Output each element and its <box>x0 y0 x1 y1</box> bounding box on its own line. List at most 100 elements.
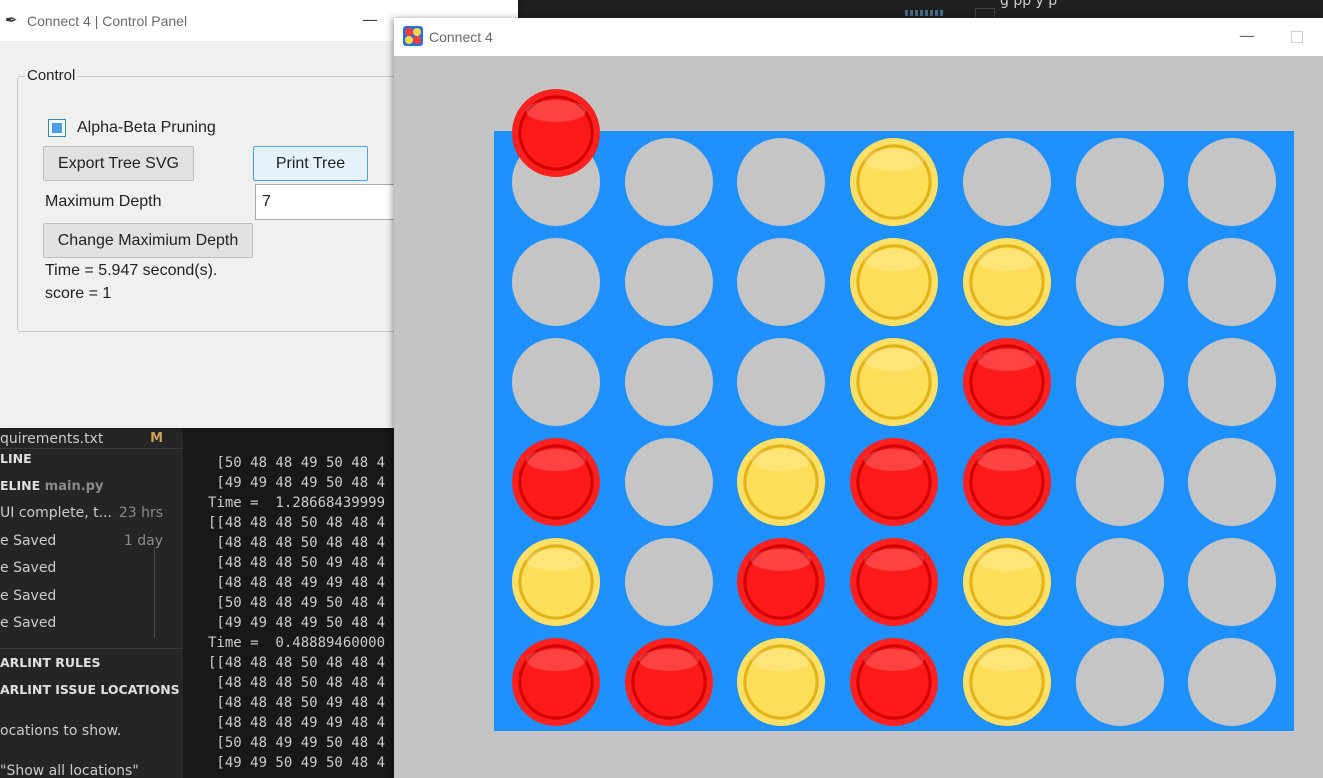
yellow-piece[interactable] <box>962 238 1051 326</box>
timeline-guide <box>154 548 155 638</box>
terminal-line: [[48 48 48 50 48 48 4 <box>208 515 386 531</box>
game-board[interactable] <box>494 131 1294 731</box>
empty-slot[interactable] <box>512 238 600 326</box>
yellow-piece[interactable] <box>962 638 1051 726</box>
empty-slot[interactable] <box>1188 138 1277 226</box>
sidebar-item-label: quirements.txt <box>0 431 104 447</box>
empty-slot[interactable] <box>1075 538 1164 626</box>
empty-slot[interactable] <box>512 338 600 426</box>
red-piece[interactable] <box>512 638 600 726</box>
window-title: Connect 4 <box>429 29 493 45</box>
timeline-time: 1 day <box>123 533 163 549</box>
empty-slot[interactable] <box>1188 438 1277 526</box>
yellow-piece[interactable] <box>850 238 939 326</box>
score-readout: score = 1 <box>45 285 112 302</box>
yellow-piece[interactable] <box>962 538 1051 626</box>
sidebar-item-label: ARLINT ISSUE LOCATIONS <box>0 682 180 697</box>
game-canvas[interactable] <box>394 56 1323 778</box>
empty-slot[interactable] <box>1075 238 1164 326</box>
terminal-line: Time = 1.28668439999 <box>208 495 386 511</box>
terminal-line: [48 48 48 50 49 48 4 <box>208 555 386 571</box>
maximum-depth-label: Maximum Depth <box>45 193 162 210</box>
empty-slot[interactable] <box>1075 338 1164 426</box>
sidebar-item[interactable]: e Saved <box>0 612 183 634</box>
empty-slot[interactable] <box>624 338 713 426</box>
sidebar-item[interactable]: quirements.txt M <box>0 428 183 450</box>
sidebar-item[interactable]: e Saved <box>0 585 183 607</box>
change-maximum-depth-button[interactable]: Change Maximium Depth <box>43 223 253 258</box>
hover-drop-piece <box>512 89 600 177</box>
sidebar-item[interactable]: UI complete, t... 23 hrs <box>0 502 183 524</box>
vscode-terminal[interactable]: [50 48 48 49 50 48 4 [49 49 48 49 50 48 … <box>183 428 395 778</box>
sidebar-section-header[interactable]: ARLINT ISSUE LOCATIONS <box>0 679 183 701</box>
sidebar-section-header[interactable]: ELINE main.py <box>0 475 183 497</box>
red-piece[interactable] <box>962 338 1051 426</box>
terminal-line: [50 48 49 49 50 48 4 <box>208 735 386 751</box>
maximum-depth-input[interactable]: 7 <box>255 184 405 220</box>
terminal-line: [48 48 48 50 48 48 4 <box>208 675 386 691</box>
red-piece[interactable] <box>850 438 939 526</box>
sidebar-item-label: "Show all locations" <box>0 763 139 778</box>
sidebar-section-header[interactable]: ARLINT RULES <box>0 652 183 674</box>
sidebar-item-detail: main.py <box>40 479 104 494</box>
empty-slot[interactable] <box>1075 138 1164 226</box>
minimap <box>905 10 945 16</box>
sidebar-item[interactable]: e Saved 1 day <box>0 530 183 552</box>
print-tree-button[interactable]: Print Tree <box>253 146 368 181</box>
sidebar-item[interactable]: ocations to show. <box>0 720 183 742</box>
terminal-line: [48 48 48 49 49 48 4 <box>208 575 386 591</box>
export-tree-svg-button[interactable]: Export Tree SVG <box>43 146 194 181</box>
empty-slot[interactable] <box>737 238 826 326</box>
sidebar-item-label: ocations to show. <box>0 723 122 739</box>
sidebar-item-label: ARLINT RULES <box>0 655 101 670</box>
sidebar-item[interactable]: e Saved <box>0 557 183 579</box>
checkbox-checked-mark <box>52 123 62 133</box>
empty-slot[interactable] <box>624 238 713 326</box>
connect4-app-icon <box>403 26 423 46</box>
empty-slot[interactable] <box>624 438 713 526</box>
empty-slot[interactable] <box>1075 638 1164 726</box>
maximize-button[interactable] <box>1291 31 1303 43</box>
empty-slot[interactable] <box>624 538 713 626</box>
group-label: Control <box>25 67 78 84</box>
sidebar-item-label: e Saved <box>0 615 57 631</box>
vscode-sidebar: quirements.txt M LINE ELINE main.py UI compl… <box>0 428 183 778</box>
empty-slot[interactable] <box>962 138 1051 226</box>
connect4-titlebar[interactable]: Connect 4 — <box>394 18 1323 56</box>
alpha-beta-label[interactable]: Alpha-Beta Pruning <box>77 119 216 137</box>
feather-icon: ✒ <box>5 11 18 29</box>
empty-slot[interactable] <box>737 338 826 426</box>
yellow-piece[interactable] <box>512 538 600 626</box>
terminal-line: [48 48 48 50 48 48 4 <box>208 535 386 551</box>
sidebar-item-label: ELINE <box>0 478 41 493</box>
red-piece[interactable] <box>962 438 1051 526</box>
yellow-piece[interactable] <box>850 338 939 426</box>
empty-slot[interactable] <box>1188 238 1277 326</box>
yellow-piece[interactable] <box>850 138 939 226</box>
empty-slot[interactable] <box>1188 638 1277 726</box>
empty-slot[interactable] <box>737 138 826 226</box>
minimize-button[interactable]: — <box>362 10 378 29</box>
empty-slot[interactable] <box>1188 338 1277 426</box>
terminal-line: [[48 48 48 50 48 48 4 <box>208 655 386 671</box>
window-title: Connect 4 | Control Panel <box>27 13 188 29</box>
modified-badge: M <box>150 431 163 446</box>
timeline-time: 23 hrs <box>118 505 163 521</box>
sidebar-divider <box>0 448 183 449</box>
red-piece[interactable] <box>512 438 600 526</box>
empty-slot[interactable] <box>624 138 713 226</box>
minimize-button[interactable]: — <box>1239 26 1255 45</box>
red-piece[interactable] <box>624 638 713 726</box>
red-piece[interactable] <box>850 638 939 726</box>
empty-slot[interactable] <box>1188 538 1277 626</box>
empty-slot[interactable] <box>1075 438 1164 526</box>
red-piece[interactable] <box>850 538 939 626</box>
terminal-line: [49 49 48 49 50 48 4 <box>208 615 386 631</box>
sidebar-item[interactable]: "Show all locations" <box>0 760 183 778</box>
sidebar-item-label: UI complete, t... <box>0 505 112 521</box>
sidebar-section-header[interactable]: LINE <box>0 448 183 470</box>
yellow-piece[interactable] <box>737 438 826 526</box>
yellow-piece[interactable] <box>737 638 826 726</box>
alpha-beta-checkbox[interactable] <box>48 119 66 137</box>
red-piece[interactable] <box>737 538 826 626</box>
